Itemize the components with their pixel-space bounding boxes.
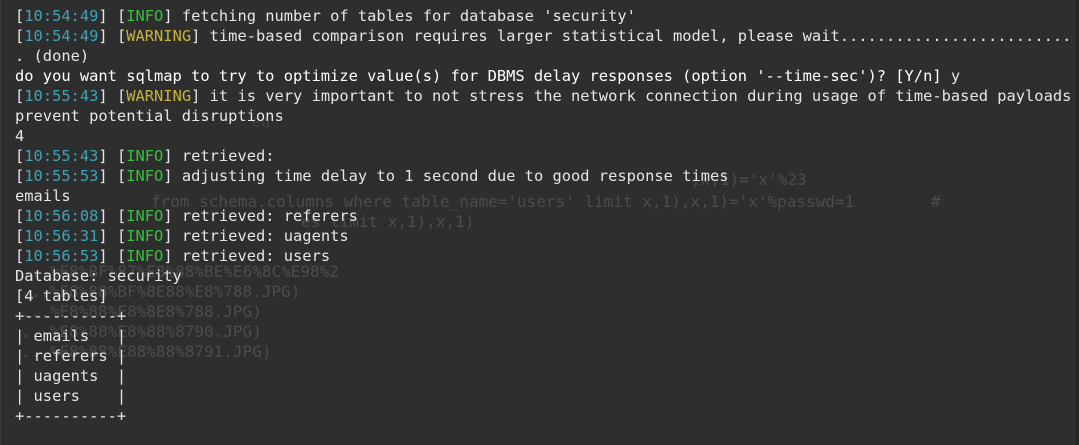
terminal-window[interactable]: ed ,x,1)='x'%23 from schema.columns wher… — [0, 0, 1079, 445]
output-text: ] [ — [98, 227, 127, 245]
output-text: y — [950, 67, 961, 85]
output-text: prevent potential disruptions — [15, 107, 284, 125]
output-text: | uagents | — [15, 367, 127, 385]
terminal-line: [10:55:43] [INFO] retrieved: — [15, 146, 1073, 166]
timestamp: 10:55:43 — [24, 147, 99, 165]
output-text: ] fetching number of tables for database… — [163, 7, 636, 25]
output-text: +----------+ — [15, 307, 127, 325]
timestamp: 10:56:53 — [24, 247, 99, 265]
output-text: ] retrieved: users — [163, 247, 331, 265]
output-text: ] it is very important to not stress the… — [191, 87, 1079, 105]
terminal-line: [10:56:53] [INFO] retrieved: users — [15, 246, 1073, 266]
timestamp: 10:56:08 — [24, 207, 99, 225]
terminal-line: prevent potential disruptions — [15, 106, 1073, 126]
output-text: | users | — [15, 387, 127, 405]
prompt-text: do you want sqlmap to try to optimize va… — [15, 67, 951, 85]
timestamp: 10:56:31 — [24, 227, 99, 245]
output-text: | referers | — [15, 347, 127, 365]
terminal-line: [10:56:08] [INFO] retrieved: referers — [15, 206, 1073, 226]
output-text: ] retrieved: — [163, 147, 275, 165]
terminal-line: [10:56:31] [INFO] retrieved: uagents — [15, 226, 1073, 246]
output-text: ] adjusting time delay to 1 second due t… — [163, 167, 729, 185]
terminal-line: +----------+ — [15, 306, 1073, 326]
level-info: INFO — [126, 147, 164, 165]
level-info: INFO — [126, 247, 164, 265]
output-text: [ — [15, 87, 25, 105]
terminal-line: | emails | — [15, 326, 1073, 346]
terminal-line: [4 tables] — [15, 286, 1073, 306]
timestamp: 10:54:49 — [24, 7, 99, 25]
output-text: [4 tables] — [15, 287, 108, 305]
output-text: [ — [15, 247, 25, 265]
level-info: INFO — [126, 167, 164, 185]
terminal-line: 4 — [15, 126, 1073, 146]
terminal-line: . (done) — [15, 46, 1073, 66]
terminal-line: [10:54:49] [WARNING] time-based comparis… — [15, 26, 1079, 46]
output-text: . (done) — [15, 47, 90, 65]
timestamp: 10:54:49 — [24, 27, 99, 45]
output-text: [ — [15, 207, 25, 225]
output-text: [ — [15, 147, 25, 165]
terminal-line: | uagents | — [15, 366, 1073, 386]
level-warning: WARNING — [126, 87, 192, 105]
output-text: ] retrieved: uagents — [163, 227, 349, 245]
terminal-line: emails — [15, 186, 1073, 206]
output-text: ] [ — [98, 167, 127, 185]
timestamp: 10:55:43 — [24, 87, 99, 105]
output-text: ] [ — [98, 247, 127, 265]
output-text: emails — [15, 187, 71, 205]
terminal-line: +----------+ — [15, 406, 1073, 426]
level-info: INFO — [126, 227, 164, 245]
timestamp: 10:55:53 — [24, 167, 99, 185]
terminal-line: [10:55:43] [WARNING] it is very importan… — [15, 86, 1073, 106]
terminal-line: | users | — [15, 386, 1073, 406]
terminal-line: [10:55:53] [INFO] adjusting time delay t… — [15, 166, 1073, 186]
output-text: ] time-based comparison requires larger … — [191, 27, 1079, 45]
output-text: [ — [15, 227, 25, 245]
output-text: 4 — [15, 127, 25, 145]
output-text: ] retrieved: referers — [163, 207, 358, 225]
output-text: [ — [15, 167, 25, 185]
output-text: ] [ — [98, 147, 127, 165]
terminal-output[interactable]: [10:54:49] [INFO] fetching number of tab… — [15, 6, 1079, 426]
output-text: | emails | — [15, 327, 127, 345]
output-text: [ — [15, 7, 25, 25]
output-text: ] [ — [98, 27, 127, 45]
output-text: ] [ — [98, 207, 127, 225]
output-text: Database: security — [15, 267, 182, 285]
output-text: [ — [15, 27, 25, 45]
level-info: INFO — [126, 207, 164, 225]
level-warning: WARNING — [126, 27, 192, 45]
terminal-line: Database: security — [15, 266, 1073, 286]
output-text: +----------+ — [15, 407, 127, 425]
terminal-line: | referers | — [15, 346, 1073, 366]
scrollbar[interactable] — [1075, 0, 1079, 445]
terminal-line: do you want sqlmap to try to optimize va… — [15, 66, 1073, 86]
terminal-line: [10:54:49] [INFO] fetching number of tab… — [15, 6, 1073, 26]
output-text: ] [ — [98, 7, 127, 25]
level-info: INFO — [126, 7, 164, 25]
output-text: ] [ — [98, 87, 127, 105]
